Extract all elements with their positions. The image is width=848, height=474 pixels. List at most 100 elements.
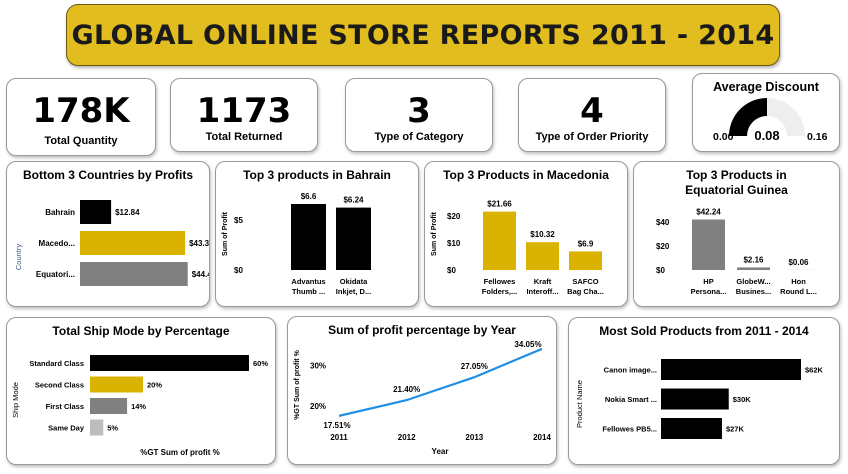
data-label: $27K	[726, 425, 745, 434]
category-label: Fellowes PB5...	[602, 425, 657, 434]
category-label: Bag Cha...	[567, 287, 604, 296]
data-label: $0.06	[788, 258, 809, 267]
y-tick-label: $20	[656, 242, 670, 251]
category-label: Persona...	[691, 287, 727, 296]
gauge-value-label: 0.08	[754, 128, 779, 143]
data-label: $62K	[805, 366, 824, 375]
category-label: Hon	[791, 277, 806, 286]
bottom-countries-chart: Country Bahrain $12.84 Macedo... $43.38 Equat…	[14, 200, 210, 286]
data-label: 60%	[253, 359, 268, 368]
chart-card-bottom-countries[interactable]: Bottom 3 Countries by Profits Country Bah…	[6, 161, 210, 307]
axis-title: Sum of Profit	[222, 211, 229, 256]
data-label: $6.9	[578, 239, 594, 248]
chart-card-ship-mode[interactable]: Total Ship Mode by Percentage Ship Mode S…	[6, 317, 276, 465]
data-label: $6.24	[343, 196, 364, 205]
chart-card-profit-by-year[interactable]: Sum of profit percentage by Year %GT Sum…	[287, 316, 557, 465]
equatorial-products-chart: $0 $20 $40 $42.24 HPPersona... $2.16 GlobeW...…	[656, 207, 817, 296]
kpi-value: 4	[580, 91, 604, 131]
kpi-card-type-of-category[interactable]: 3 Type of Category	[345, 78, 493, 152]
category-label: Inkjet, D...	[336, 287, 371, 296]
y-tick-label: $40	[656, 218, 670, 227]
bar	[291, 204, 326, 270]
axis-title: Year	[432, 447, 449, 456]
category-label: Fellowes	[484, 277, 516, 286]
x-tick-label: 2014	[533, 433, 551, 442]
category-label: Round L...	[780, 287, 817, 296]
x-tick-label: 2011	[330, 433, 348, 442]
bar	[526, 242, 559, 270]
bar	[80, 262, 188, 286]
bar	[336, 207, 371, 270]
kpi-value: 178K	[32, 91, 130, 131]
most-sold-chart: Product Name Canon image... $62K Nokia Smar…	[575, 359, 824, 439]
kpi-label: Total Returned	[205, 131, 283, 143]
category-label: SAFCO	[572, 277, 598, 286]
macedonia-products-chart: Sum of Profit $0 $10 $20 $21.66 FellowesFolde…	[431, 200, 604, 296]
kpi-label: Total Quantity	[44, 135, 118, 147]
bar	[80, 231, 186, 255]
category-label: Macedo...	[39, 239, 75, 248]
data-label: 5%	[107, 424, 118, 433]
category-label: Busines...	[736, 287, 771, 296]
bar	[737, 267, 770, 270]
x-tick-label: 2013	[465, 433, 483, 442]
category-label: Thumb ...	[292, 287, 325, 296]
data-label: $44.46	[192, 270, 210, 279]
kpi-card-total-returned[interactable]: 1173 Total Returned	[170, 78, 318, 152]
category-label: HP	[703, 277, 713, 286]
axis-title: Sum of Profit	[431, 211, 438, 256]
y-tick-label: $20	[447, 212, 461, 221]
category-label: Advantus	[291, 277, 325, 286]
series-line	[338, 347, 543, 417]
y-tick-label: $0	[447, 266, 456, 275]
gauge-card-average-discount[interactable]: Average Discount 0.00 0.08 0.16	[692, 73, 840, 152]
bar	[90, 419, 104, 436]
bahrain-products-chart: Sum of Profit $0 $5 $6.6 AdvantusThumb ... $6…	[222, 192, 371, 296]
data-label: 27.05%	[461, 362, 488, 371]
chart-card-most-sold[interactable]: Most Sold Products from 2011 - 2014 Prod…	[568, 317, 840, 465]
data-label: 21.40%	[393, 385, 420, 394]
category-label: Interoff...	[526, 287, 558, 296]
y-tick-label: $5	[234, 216, 243, 225]
axis-title: %GT Sum of profit %	[294, 349, 301, 419]
kpi-value: 1173	[196, 91, 292, 131]
bar	[692, 219, 725, 270]
axis-title: Country	[14, 244, 23, 271]
y-tick-label: $0	[656, 266, 665, 275]
bar	[569, 251, 602, 270]
category-label: Same Day	[48, 424, 85, 433]
chart-card-bahrain[interactable]: Top 3 products in Bahrain Sum of Profit $…	[215, 161, 419, 307]
data-label: 14%	[131, 402, 146, 411]
y-tick-label: 30%	[310, 361, 326, 370]
gauge-min-label: 0.00	[713, 131, 734, 143]
bar	[661, 418, 722, 439]
axis-title: Product Name	[575, 380, 584, 428]
bar	[661, 359, 801, 380]
category-label: Bahrain	[45, 208, 75, 217]
kpi-card-order-priority[interactable]: 4 Type of Order Priority	[518, 78, 666, 152]
chart-card-equatorial-guinea[interactable]: Top 3 Products in Equatorial Guinea $0 $2…	[633, 161, 840, 307]
chart-card-macedonia[interactable]: Top 3 Products in Macedonia Sum of Profi…	[424, 161, 628, 307]
axis-title: Ship Mode	[11, 382, 20, 418]
y-tick-label: $0	[234, 266, 243, 275]
average-discount-gauge: 0.00 0.08 0.16	[713, 98, 828, 143]
category-label: GlobeW...	[736, 277, 770, 286]
data-label: $42.24	[696, 207, 721, 216]
category-label: Nokia Smart ...	[605, 395, 657, 404]
report-title-banner: GLOBAL ONLINE STORE REPORTS 2011 - 2014	[66, 4, 780, 66]
gauge-max-label: 0.16	[807, 131, 828, 143]
category-label: Equatori...	[36, 270, 75, 279]
data-label: $21.66	[487, 200, 512, 209]
profit-by-year-chart: %GT Sum of profit % 20% 30% 17.51% 2011 21.40…	[294, 340, 551, 456]
bar	[90, 376, 143, 393]
ship-mode-chart: Ship Mode Standard Class 60% Second Class 20…	[11, 355, 268, 457]
category-label: Kraft	[534, 277, 552, 286]
category-label: Second Class	[35, 381, 84, 390]
kpi-value: 3	[407, 91, 431, 131]
category-label: Okidata	[340, 277, 368, 286]
bar	[90, 398, 128, 414]
bar	[90, 355, 249, 371]
data-label: $12.84	[115, 208, 140, 217]
category-label: Canon image...	[604, 366, 657, 375]
kpi-card-total-quantity[interactable]: 178K Total Quantity	[6, 78, 156, 156]
